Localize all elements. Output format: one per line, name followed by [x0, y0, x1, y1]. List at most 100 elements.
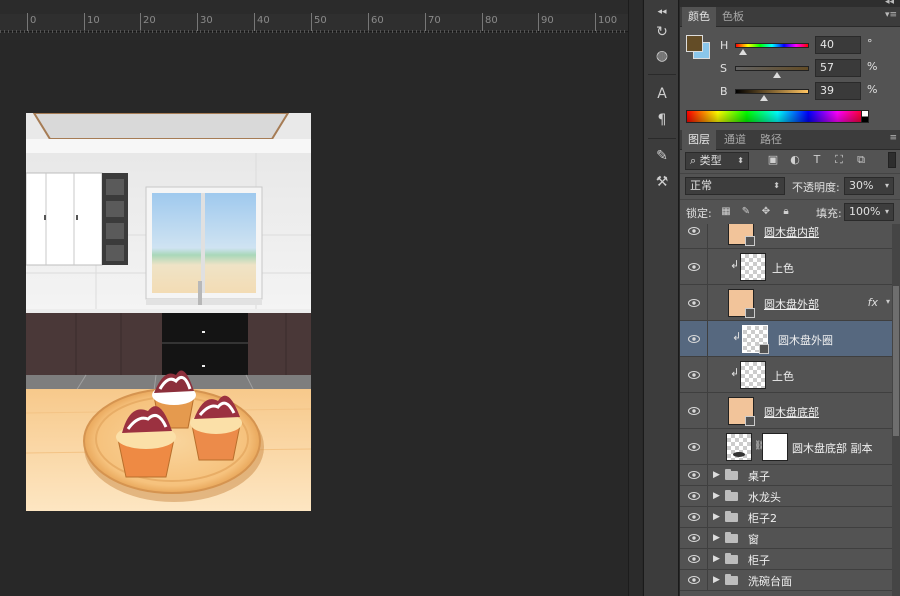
filter-kind-dropdown[interactable]: ⌕ 类型 ⬍	[685, 152, 749, 170]
layer-group-row[interactable]: ▶ 水龙头	[680, 486, 892, 507]
tool-presets-icon[interactable]: ⚒	[652, 172, 672, 192]
brightness-slider[interactable]	[735, 89, 809, 94]
tab-swatches[interactable]: 色板	[716, 7, 750, 27]
layer-row[interactable]: ↲ 上色	[680, 249, 892, 285]
layer-mask-thumbnail[interactable]	[762, 433, 788, 461]
visibility-eye-icon[interactable]	[688, 533, 700, 543]
layer-group-row[interactable]: ▶ 窗	[680, 528, 892, 549]
smart-object-filter-icon[interactable]: ⧉	[854, 153, 868, 167]
tab-paths[interactable]: 路径	[754, 130, 788, 150]
link-icon[interactable]: ⛓	[754, 441, 765, 453]
expand-arrow-icon[interactable]: ▶	[713, 533, 720, 543]
visibility-eye-icon[interactable]	[688, 491, 700, 501]
group-name: 水龙头	[748, 491, 781, 504]
tab-channels[interactable]: 通道	[718, 130, 752, 150]
expand-arrow-icon[interactable]: ▶	[713, 554, 720, 564]
hue-input[interactable]: 40	[815, 36, 861, 54]
visibility-eye-icon[interactable]	[688, 554, 700, 564]
visibility-eye-icon[interactable]	[688, 370, 700, 380]
visibility-eye-icon[interactable]	[688, 442, 700, 452]
panel-menu-icon[interactable]: ≡	[889, 133, 897, 143]
layer-group-row[interactable]: ▶ 洗碗台面	[680, 570, 892, 591]
pixel-filter-icon[interactable]: ▣	[766, 153, 780, 167]
character-icon[interactable]: A	[652, 84, 672, 104]
panel-collapse-icon[interactable]: ◂◂	[885, 0, 894, 7]
ruler-label: 30	[200, 15, 213, 26]
filter-toggle[interactable]	[888, 152, 896, 168]
layer-thumbnail	[742, 325, 769, 354]
layer-group-row[interactable]: ▶ 桌子	[680, 465, 892, 486]
document-workspace[interactable]: 0 10 20 30 40 50 60 70 80 90 100	[0, 0, 628, 596]
visibility-eye-icon[interactable]	[688, 512, 700, 522]
brush-presets-icon[interactable]: ✎	[652, 146, 672, 166]
layer-name: 圆木盘底部	[764, 406, 819, 419]
hue-slider-thumb[interactable]	[739, 49, 748, 55]
visibility-eye-icon[interactable]	[688, 298, 700, 308]
lock-all-icon[interactable]: 🔒︎	[780, 206, 792, 218]
black-white-ramp[interactable]	[861, 110, 869, 123]
layer-row-selected[interactable]: ↲ 圆木盘外圈	[680, 321, 892, 357]
saturation-slider[interactable]	[735, 66, 809, 71]
panel-menu-icon[interactable]: ▾≡	[885, 10, 897, 20]
shape-filter-icon[interactable]: ⛶	[832, 153, 846, 167]
layer-thumbnail	[728, 224, 755, 246]
adjustments-icon[interactable]: ◍	[652, 46, 672, 66]
lock-position-icon[interactable]: ✥	[760, 206, 772, 218]
brightness-unit: %	[867, 83, 878, 96]
layer-row[interactable]: 圆木盘外部 fx ▾	[680, 285, 892, 321]
history-icon[interactable]: ↻	[652, 22, 672, 42]
folder-icon	[725, 469, 738, 480]
ruler-label: 80	[485, 15, 498, 26]
layer-group-row[interactable]: ▶ 柜子	[680, 549, 892, 570]
lock-transparency-icon[interactable]: ▦	[720, 206, 732, 218]
document-canvas[interactable]	[26, 113, 311, 511]
fill-input[interactable]: 100% ▾	[844, 203, 894, 221]
layer-thumbnail	[726, 433, 752, 461]
workspace-scrollbar[interactable]	[628, 0, 642, 596]
saturation-input[interactable]: 57	[815, 59, 861, 77]
opacity-input[interactable]: 30% ▾	[844, 177, 894, 195]
layer-group-row[interactable]: ▶ 柜子2	[680, 507, 892, 528]
ruler-label: 90	[541, 15, 554, 26]
visibility-eye-icon[interactable]	[688, 334, 700, 344]
visibility-eye-icon[interactable]	[688, 226, 700, 236]
layer-row[interactable]: 圆木盘底部	[680, 393, 892, 429]
expand-arrow-icon[interactable]: ▶	[713, 575, 720, 585]
tab-color[interactable]: 颜色	[682, 7, 716, 27]
blend-mode-dropdown[interactable]: 正常 ⬍	[685, 177, 785, 195]
brightness-slider-thumb[interactable]	[759, 95, 768, 101]
layer-name: 圆木盘外圈	[778, 334, 833, 347]
layer-effects-icon[interactable]: fx	[868, 296, 878, 309]
brightness-row: B 39 %	[720, 82, 900, 101]
scrollbar-thumb[interactable]	[893, 286, 899, 436]
color-spectrum-ramp[interactable]	[686, 110, 869, 123]
group-name: 窗	[748, 533, 759, 546]
expand-arrow-icon[interactable]: ▶	[713, 491, 720, 501]
visibility-eye-icon[interactable]	[688, 262, 700, 272]
collapse-icon[interactable]: ◂◂	[652, 2, 672, 22]
lock-pixels-icon[interactable]: ✎	[740, 206, 752, 218]
chevron-down-icon: ▾	[884, 181, 889, 190]
layer-row[interactable]: ↲ 上色	[680, 357, 892, 393]
layer-thumbnail	[740, 361, 766, 389]
visibility-eye-icon[interactable]	[688, 575, 700, 585]
opacity-label: 不透明度:	[792, 181, 840, 194]
saturation-slider-thumb[interactable]	[773, 72, 782, 78]
foreground-color-swatch[interactable]	[686, 35, 703, 52]
expand-arrow-icon[interactable]: ▶	[713, 512, 720, 522]
layer-row[interactable]: ⛓ 圆木盘底部 副本	[680, 429, 892, 465]
layer-row[interactable]: 圆木盘内部	[680, 224, 892, 249]
brightness-input[interactable]: 39	[815, 82, 861, 100]
visibility-eye-icon[interactable]	[688, 470, 700, 480]
expand-arrow-icon[interactable]: ▶	[713, 470, 720, 480]
blend-row: 正常 ⬍ 不透明度: 30% ▾	[680, 174, 900, 200]
hue-slider[interactable]	[735, 43, 809, 48]
chevron-down-icon[interactable]: ▾	[886, 297, 890, 306]
tab-layers[interactable]: 图层	[682, 130, 716, 150]
adjustment-filter-icon[interactable]: ◐	[788, 153, 802, 167]
visibility-eye-icon[interactable]	[688, 406, 700, 416]
hue-row: H 40 °	[720, 36, 900, 55]
type-filter-icon[interactable]: T	[810, 153, 824, 167]
layer-list-scrollbar[interactable]	[892, 224, 900, 596]
paragraph-icon[interactable]: ¶	[652, 110, 672, 130]
